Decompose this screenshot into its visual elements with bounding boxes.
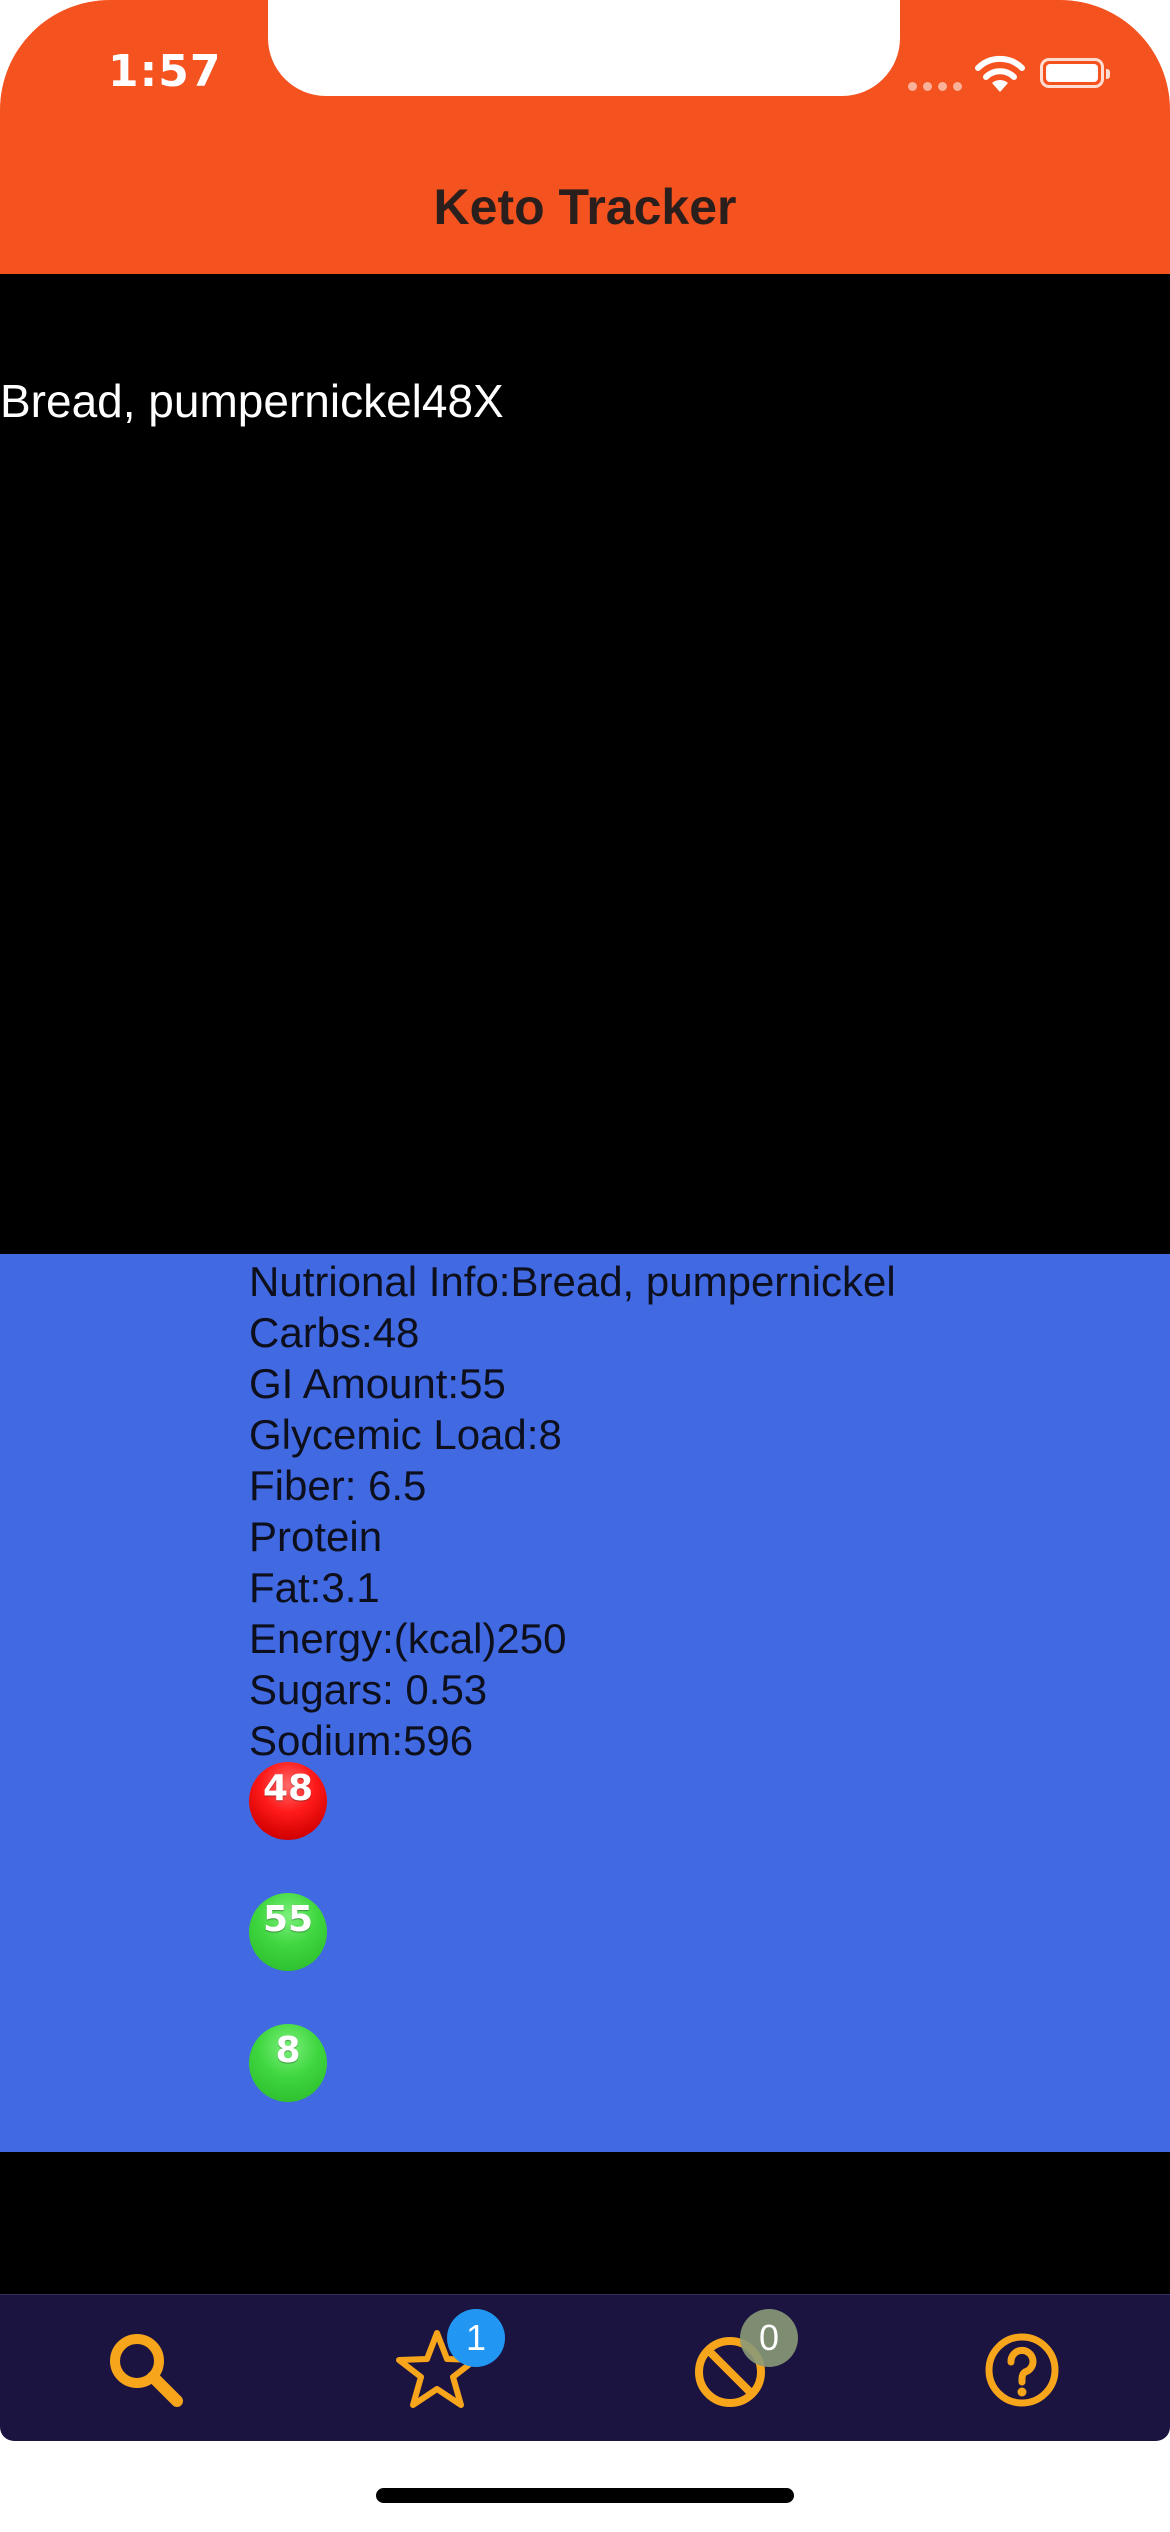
gi-amount-value: GI Amount:55 xyxy=(249,1360,506,1407)
tab-help[interactable] xyxy=(977,2325,1067,2415)
glycemic-load-value: Glycemic Load:8 xyxy=(249,1411,562,1458)
nutrition-info-list: Nutrional Info:Bread, pumpernickel Carbs… xyxy=(249,1256,896,1766)
gi-indicator-ball: 55 xyxy=(249,1893,327,1971)
blocked-count-badge: 0 xyxy=(740,2309,798,2367)
sodium-value: Sodium:596 xyxy=(249,1717,474,1764)
search-icon xyxy=(110,2334,183,2407)
tab-bar: 1 0 xyxy=(0,2294,1170,2441)
nutrition-title: Nutrional Info:Bread, pumpernickel xyxy=(249,1258,896,1305)
tab-blocked[interactable]: 0 xyxy=(685,2309,798,2415)
cellular-signal-icon xyxy=(908,82,962,91)
device-notch xyxy=(268,0,900,96)
header: 1:57 Keto Tracker xyxy=(0,0,1170,274)
battery-icon xyxy=(1040,58,1110,88)
sugars-value: Sugars: 0.53 xyxy=(249,1666,488,1713)
status-time: 1:57 xyxy=(108,46,222,97)
home-indicator[interactable] xyxy=(376,2488,794,2503)
wifi-icon xyxy=(975,55,1025,92)
protein-value: Protein xyxy=(249,1513,383,1560)
tab-search[interactable] xyxy=(101,2325,191,2415)
phone-screen: 1:57 Keto Tracker Bread, pumpernickel48X… xyxy=(0,0,1170,2532)
carbs-value: Carbs:48 xyxy=(249,1309,420,1356)
glycemic-load-indicator-ball: 8 xyxy=(249,2024,327,2102)
food-list-item[interactable]: Bread, pumpernickel48X xyxy=(0,374,504,428)
help-icon xyxy=(985,2333,1059,2407)
carbs-indicator-ball: 48 xyxy=(249,1762,327,1840)
energy-value: Energy:(kcal)250 xyxy=(249,1615,567,1662)
favorites-count-badge: 1 xyxy=(447,2309,505,2367)
tab-favorites[interactable]: 1 xyxy=(392,2309,505,2415)
nutrition-detail-panel: Nutrional Info:Bread, pumpernickel Carbs… xyxy=(0,1254,1170,2152)
page-title: Keto Tracker xyxy=(433,179,737,235)
fiber-value: Fiber: 6.5 xyxy=(249,1462,427,1509)
fat-value: Fat:3.1 xyxy=(249,1564,380,1611)
